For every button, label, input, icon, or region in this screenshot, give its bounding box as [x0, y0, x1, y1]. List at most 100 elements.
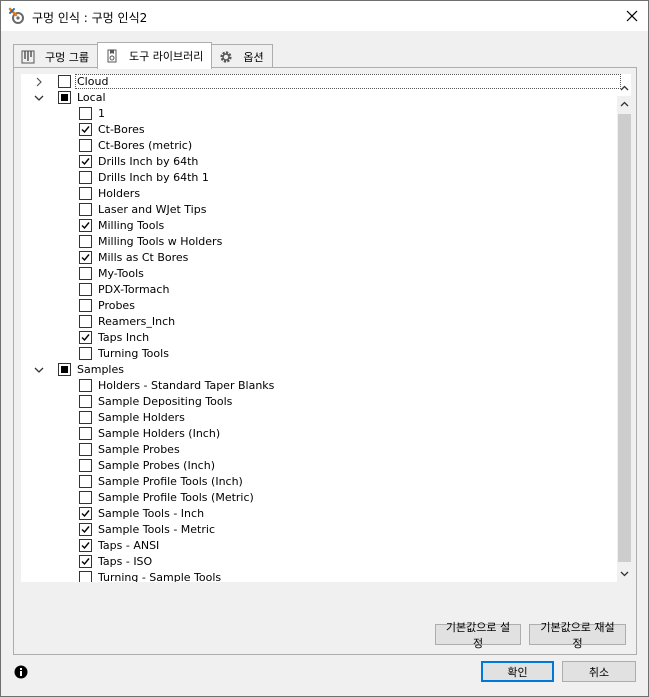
checkbox[interactable]: [79, 491, 92, 504]
tree-item-row[interactable]: Taps - ANSI: [21, 538, 617, 554]
tree-item-label: Sample Tools - Metric: [98, 523, 215, 536]
tree-item-row[interactable]: Sample Depositing Tools: [21, 394, 617, 410]
tree-item-label: Sample Probes (Inch): [98, 459, 215, 472]
tree-item-row[interactable]: Holders - Standard Taper Blanks: [21, 378, 617, 394]
checkbox[interactable]: [79, 459, 92, 472]
tree-item-label: Turning - Sample Tools: [98, 571, 222, 582]
set-default-button[interactable]: 기본값으로 설정: [435, 621, 521, 650]
library-tree[interactable]: Cloud Local 1 Ct-Bores Ct-Bores (metric) Dril…: [21, 74, 631, 582]
checkbox[interactable]: [58, 75, 71, 88]
checkbox[interactable]: [79, 571, 92, 582]
checkmark-icon: [81, 558, 90, 566]
tree-item-row[interactable]: Reamers_Inch: [21, 314, 617, 330]
info-icon[interactable]: [14, 665, 28, 679]
tree-item-row[interactable]: Taps Inch: [21, 330, 617, 346]
tree-item-row[interactable]: Laser and WJet Tips: [21, 202, 617, 218]
checkbox[interactable]: [79, 411, 92, 424]
checkbox[interactable]: [79, 235, 92, 248]
tree-item-row[interactable]: Sample Probes: [21, 442, 617, 458]
checkbox[interactable]: [79, 123, 92, 136]
tree-item-row[interactable]: PDX-Tormach: [21, 282, 617, 298]
checkbox[interactable]: [79, 379, 92, 392]
tree-item-label: Ct-Bores: [98, 123, 145, 136]
chevron-down-icon: [620, 571, 629, 576]
tree-item-row[interactable]: Mills as Ct Bores: [21, 250, 617, 266]
scroll-up-button-top[interactable]: [617, 80, 631, 95]
checkbox[interactable]: [79, 171, 92, 184]
scroll-down-button[interactable]: [617, 566, 631, 581]
chevron-right-icon[interactable]: [33, 76, 45, 88]
tree-item-row[interactable]: Ct-Bores: [21, 122, 617, 138]
tree-item-row[interactable]: Sample Profile Tools (Inch): [21, 474, 617, 490]
tree-item-row[interactable]: Ct-Bores (metric): [21, 138, 617, 154]
scroll-up-button[interactable]: [617, 96, 631, 111]
checkbox[interactable]: [79, 267, 92, 280]
tree-item-label: Turning Tools: [98, 347, 169, 360]
checkbox[interactable]: [58, 363, 71, 376]
tree-group-row[interactable]: Local: [21, 90, 617, 106]
tree-item-row[interactable]: Sample Tools - Metric: [21, 522, 617, 538]
checkbox[interactable]: [79, 155, 92, 168]
tree-item-row[interactable]: Taps - ISO: [21, 554, 617, 570]
checkbox[interactable]: [79, 331, 92, 344]
reset-default-button[interactable]: 기본값으로 재설정: [529, 621, 626, 650]
checkbox[interactable]: [79, 203, 92, 216]
tree-item-row[interactable]: Sample Holders (Inch): [21, 426, 617, 442]
chevron-down-icon[interactable]: [33, 364, 45, 376]
tree-item-row[interactable]: Milling Tools w Holders: [21, 234, 617, 250]
tree-item-label: Taps - ANSI: [98, 539, 160, 552]
tree-item-label: Probes: [98, 299, 135, 312]
tree-item-row[interactable]: Drills Inch by 64th 1: [21, 170, 617, 186]
checkmark-icon: [81, 126, 90, 134]
checkbox[interactable]: [79, 539, 92, 552]
vertical-scrollbar[interactable]: [617, 96, 631, 582]
tree-group-row[interactable]: Cloud: [21, 74, 621, 90]
tab-tool-library[interactable]: 도구 라이브러리: [96, 42, 213, 69]
tree-item-label: Taps - ISO: [98, 555, 153, 568]
tree-item-row[interactable]: Sample Tools - Inch: [21, 506, 617, 522]
checkbox[interactable]: [79, 315, 92, 328]
checkbox[interactable]: [79, 187, 92, 200]
checkbox[interactable]: [79, 507, 92, 520]
tree-item-row[interactable]: Milling Tools: [21, 218, 617, 234]
tree-item-row[interactable]: Sample Probes (Inch): [21, 458, 617, 474]
scrollbar-thumb[interactable]: [618, 114, 631, 562]
hole-group-icon: [21, 50, 35, 63]
tree-item-row[interactable]: My-Tools: [21, 266, 617, 282]
tree-item-row[interactable]: Drills Inch by 64th: [21, 154, 617, 170]
checkbox[interactable]: [79, 107, 92, 120]
tree-item-row[interactable]: 1: [21, 106, 617, 122]
tree-item-label: Sample Holders (Inch): [98, 427, 221, 440]
checkmark-icon: [81, 526, 90, 534]
checkbox[interactable]: [79, 523, 92, 536]
tab-hole-group[interactable]: 구멍 그룹: [13, 44, 98, 68]
tree-item-row[interactable]: Probes: [21, 298, 617, 314]
checkbox[interactable]: [79, 299, 92, 312]
checkmark-icon: [81, 334, 90, 342]
checkbox[interactable]: [79, 139, 92, 152]
tree-item-label: Sample Depositing Tools: [98, 395, 233, 408]
tree-item-row[interactable]: Turning - Sample Tools: [21, 570, 617, 582]
chevron-down-icon[interactable]: [33, 92, 45, 104]
checkbox[interactable]: [58, 91, 71, 104]
tab-options[interactable]: 옵션: [211, 44, 273, 68]
tree-group-row[interactable]: Samples: [21, 362, 617, 378]
checkmark-icon: [81, 158, 90, 166]
checkbox[interactable]: [79, 427, 92, 440]
checkbox[interactable]: [79, 251, 92, 264]
close-button[interactable]: [616, 1, 648, 31]
ok-button[interactable]: 확인: [481, 661, 554, 682]
checkbox[interactable]: [79, 283, 92, 296]
tree-item-label: Sample Probes: [98, 443, 180, 456]
checkbox[interactable]: [79, 347, 92, 360]
checkbox[interactable]: [79, 443, 92, 456]
tree-item-row[interactable]: Turning Tools: [21, 346, 617, 362]
checkbox[interactable]: [79, 395, 92, 408]
tree-item-row[interactable]: Sample Holders: [21, 410, 617, 426]
tree-item-row[interactable]: Holders: [21, 186, 617, 202]
checkbox[interactable]: [79, 475, 92, 488]
tree-item-row[interactable]: Sample Profile Tools (Metric): [21, 490, 617, 506]
checkbox[interactable]: [79, 219, 92, 232]
checkbox[interactable]: [79, 555, 92, 568]
cancel-button[interactable]: 취소: [562, 661, 636, 682]
